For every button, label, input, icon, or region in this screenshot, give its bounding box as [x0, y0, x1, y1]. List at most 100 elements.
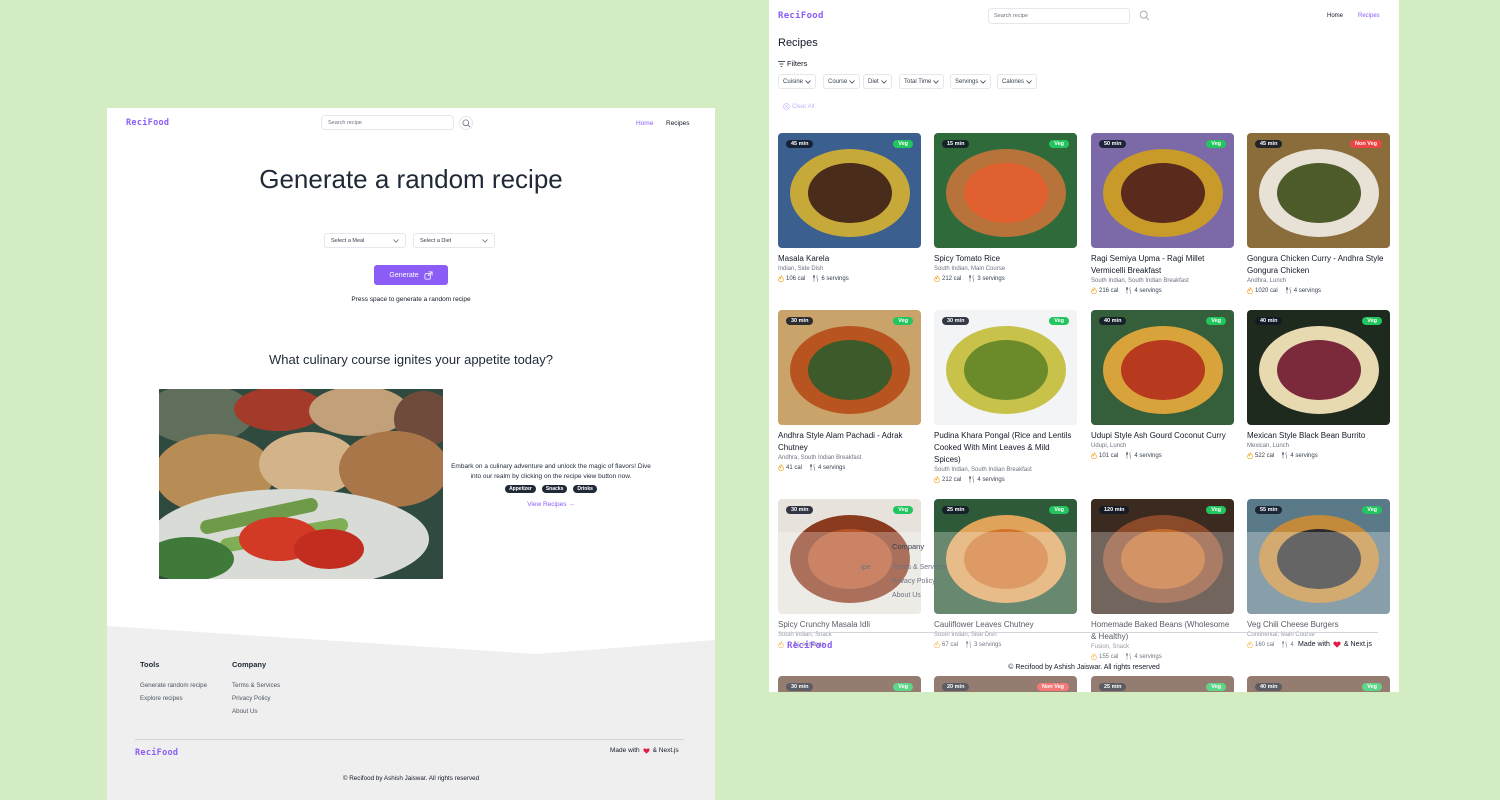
chevron-down-icon: [482, 238, 488, 243]
filter-chip[interactable]: Course: [823, 74, 861, 89]
page-title: Recipes: [778, 37, 818, 49]
recipe-cuisine: Indian, Side Dish: [778, 266, 824, 272]
author-link[interactable]: Ashish Jaiswar: [384, 775, 426, 782]
servings-value: 6 servings: [821, 275, 849, 282]
search-input[interactable]: Search recipe: [988, 8, 1130, 24]
recipe-meta: 216 cal 4 servings: [1091, 287, 1234, 294]
diet-badge: Veg: [893, 506, 913, 514]
servings-value: 4 servings: [818, 464, 846, 471]
generate-button[interactable]: Generate: [374, 265, 448, 285]
recipe-card[interactable]: 40 min Veg Udupi Style Ash Gourd Coconut C…: [1091, 310, 1234, 459]
recipe-image[interactable]: 40 min Veg: [1247, 310, 1390, 425]
time-badge: 40 min: [1255, 317, 1283, 325]
course-question: What culinary course ignites your appeti…: [269, 352, 553, 367]
ghost-link-terms[interactable]: Terms & Services: [892, 564, 946, 571]
recipe-card[interactable]: 50 min Veg Ragi Semiya Upma - Ragi Millet …: [1091, 133, 1234, 294]
recipe-image[interactable]: 45 min Veg: [778, 133, 921, 248]
recipe-card[interactable]: 15 min Veg Spicy Tomato Rice South Indian, …: [934, 133, 1077, 282]
filter-chip-label: Diet: [868, 78, 879, 85]
external-link-icon: [424, 270, 433, 280]
diet-badge: Veg: [1206, 317, 1226, 325]
search-placeholder: Search recipe: [328, 119, 362, 126]
filter-chip-label: Total Time: [904, 78, 932, 85]
recipe-card[interactable]: 40 min Veg Mexican Style Black Bean Burrit…: [1247, 310, 1390, 459]
diet-badge: Veg: [1206, 140, 1226, 148]
utensils-icon: [969, 476, 975, 483]
footer-link-privacy[interactable]: Privacy Policy: [232, 695, 271, 702]
recipe-image[interactable]: 30 min Veg: [934, 310, 1077, 425]
recipe-meta: 1020 cal 4 servings: [1247, 287, 1390, 294]
calories-value: 212 cal: [942, 275, 962, 282]
nav-home[interactable]: Home: [1327, 13, 1343, 19]
filter-chip[interactable]: Cuisine: [778, 74, 817, 89]
filter-chip-label: Calories: [1002, 78, 1025, 85]
calories-value: 522 cal: [1255, 452, 1275, 459]
recipe-card[interactable]: 45 min Veg Masala Karela Indian, Side Dish 1…: [778, 133, 921, 282]
recipe-title[interactable]: Spicy Tomato Rice: [934, 253, 1077, 265]
nav-recipes[interactable]: Recipes: [666, 120, 689, 127]
recipe-title[interactable]: Mexican Style Black Bean Burrito: [1247, 430, 1390, 442]
diet-select[interactable]: Select a Diet: [413, 233, 495, 248]
filter-chip[interactable]: Servings: [950, 74, 992, 89]
view-recipes-link[interactable]: View Recipes →: [449, 501, 653, 508]
flame-icon: [778, 464, 784, 471]
tag-snacks[interactable]: Snacks: [541, 485, 568, 493]
site-logo[interactable]: ReciFood: [126, 118, 169, 128]
calories: 106 cal: [778, 275, 805, 282]
filter-chip[interactable]: Diet: [863, 74, 892, 89]
recipe-title[interactable]: Masala Karela: [778, 253, 921, 265]
clear-all-button[interactable]: Clear All: [783, 103, 814, 110]
recipe-title[interactable]: Pudina Khara Pongal (Rice and Lentils Co…: [934, 430, 1077, 466]
flame-icon: [1247, 452, 1253, 459]
recipe-image[interactable]: 45 min Non Veg: [1247, 133, 1390, 248]
made-with: Made with & Next.js: [610, 747, 679, 754]
ghost-made-with-tech: & Next.js: [1343, 641, 1372, 648]
filters-toggle[interactable]: Filters: [778, 59, 807, 68]
recipe-image[interactable]: 30 min Veg: [778, 310, 921, 425]
ghost-link-privacy[interactable]: Privacy Policy: [892, 578, 936, 585]
servings: 4 servings: [1126, 452, 1162, 459]
recipe-title[interactable]: Ragi Semiya Upma - Ragi Millet Vermicell…: [1091, 253, 1234, 277]
footer-logo[interactable]: ReciFood: [135, 748, 178, 758]
recipe-title[interactable]: Udupi Style Ash Gourd Coconut Curry: [1091, 430, 1234, 442]
recipe-image[interactable]: 40 min Veg: [1091, 310, 1234, 425]
servings: 3 servings: [969, 275, 1005, 282]
diet-badge: Veg: [893, 140, 913, 148]
nav-home[interactable]: Home: [636, 120, 653, 127]
footer-link-about[interactable]: About Us: [232, 708, 257, 715]
site-logo[interactable]: ReciFood: [778, 11, 824, 21]
footer-link-terms[interactable]: Terms & Services: [232, 682, 280, 689]
recipe-title[interactable]: Andhra Style Alam Pachadi - Adrak Chutne…: [778, 430, 921, 454]
recipe-meta: 212 cal 4 servings: [934, 476, 1077, 483]
close-circle-icon: [783, 103, 790, 110]
ghost-author-link[interactable]: Ashish Jaiswar: [1054, 664, 1100, 671]
filter-chip[interactable]: Total Time: [899, 74, 945, 89]
search-button[interactable]: [459, 116, 473, 130]
recipe-image[interactable]: 50 min Veg: [1091, 133, 1234, 248]
filter-chip[interactable]: Calories: [997, 74, 1038, 89]
ghost-link-about[interactable]: About Us: [892, 592, 921, 599]
recipe-card[interactable]: 45 min Non Veg Gongura Chicken Curry - And…: [1247, 133, 1390, 294]
footer-link-generate[interactable]: Generate random recipe: [140, 682, 207, 689]
recipe-card[interactable]: 30 min Veg Andhra Style Alam Pachadi - Adr…: [778, 310, 921, 471]
nav-recipes[interactable]: Recipes: [1358, 13, 1380, 19]
recipe-image[interactable]: 15 min Veg: [934, 133, 1077, 248]
recipe-card[interactable]: 30 min Veg Pudina Khara Pongal (Rice and L…: [934, 310, 1077, 483]
time-badge: 45 min: [786, 140, 814, 148]
search-button[interactable]: [1137, 8, 1152, 23]
flame-icon: [934, 275, 940, 282]
utensils-icon: [810, 464, 815, 471]
course-tags: Appetizer Snacks Drinks: [449, 485, 653, 493]
recipe-cuisine: Andhra, South Indian Breakfast: [778, 455, 862, 461]
flame-icon: [1091, 452, 1097, 459]
search-input[interactable]: Search recipe: [321, 115, 454, 130]
search-placeholder: Search recipe: [994, 13, 1028, 19]
recipe-title[interactable]: Gongura Chicken Curry - Andhra Style Gon…: [1247, 253, 1390, 277]
footer-link-explore[interactable]: Explore recipes: [140, 695, 183, 702]
time-badge: 30 min: [786, 317, 814, 325]
meal-select[interactable]: Select a Meal: [324, 233, 406, 248]
flame-icon: [1247, 287, 1253, 294]
tag-appetizer[interactable]: Appetizer: [505, 485, 536, 493]
calories: 1020 cal: [1247, 287, 1278, 294]
tag-drinks[interactable]: Drinks: [573, 485, 597, 493]
